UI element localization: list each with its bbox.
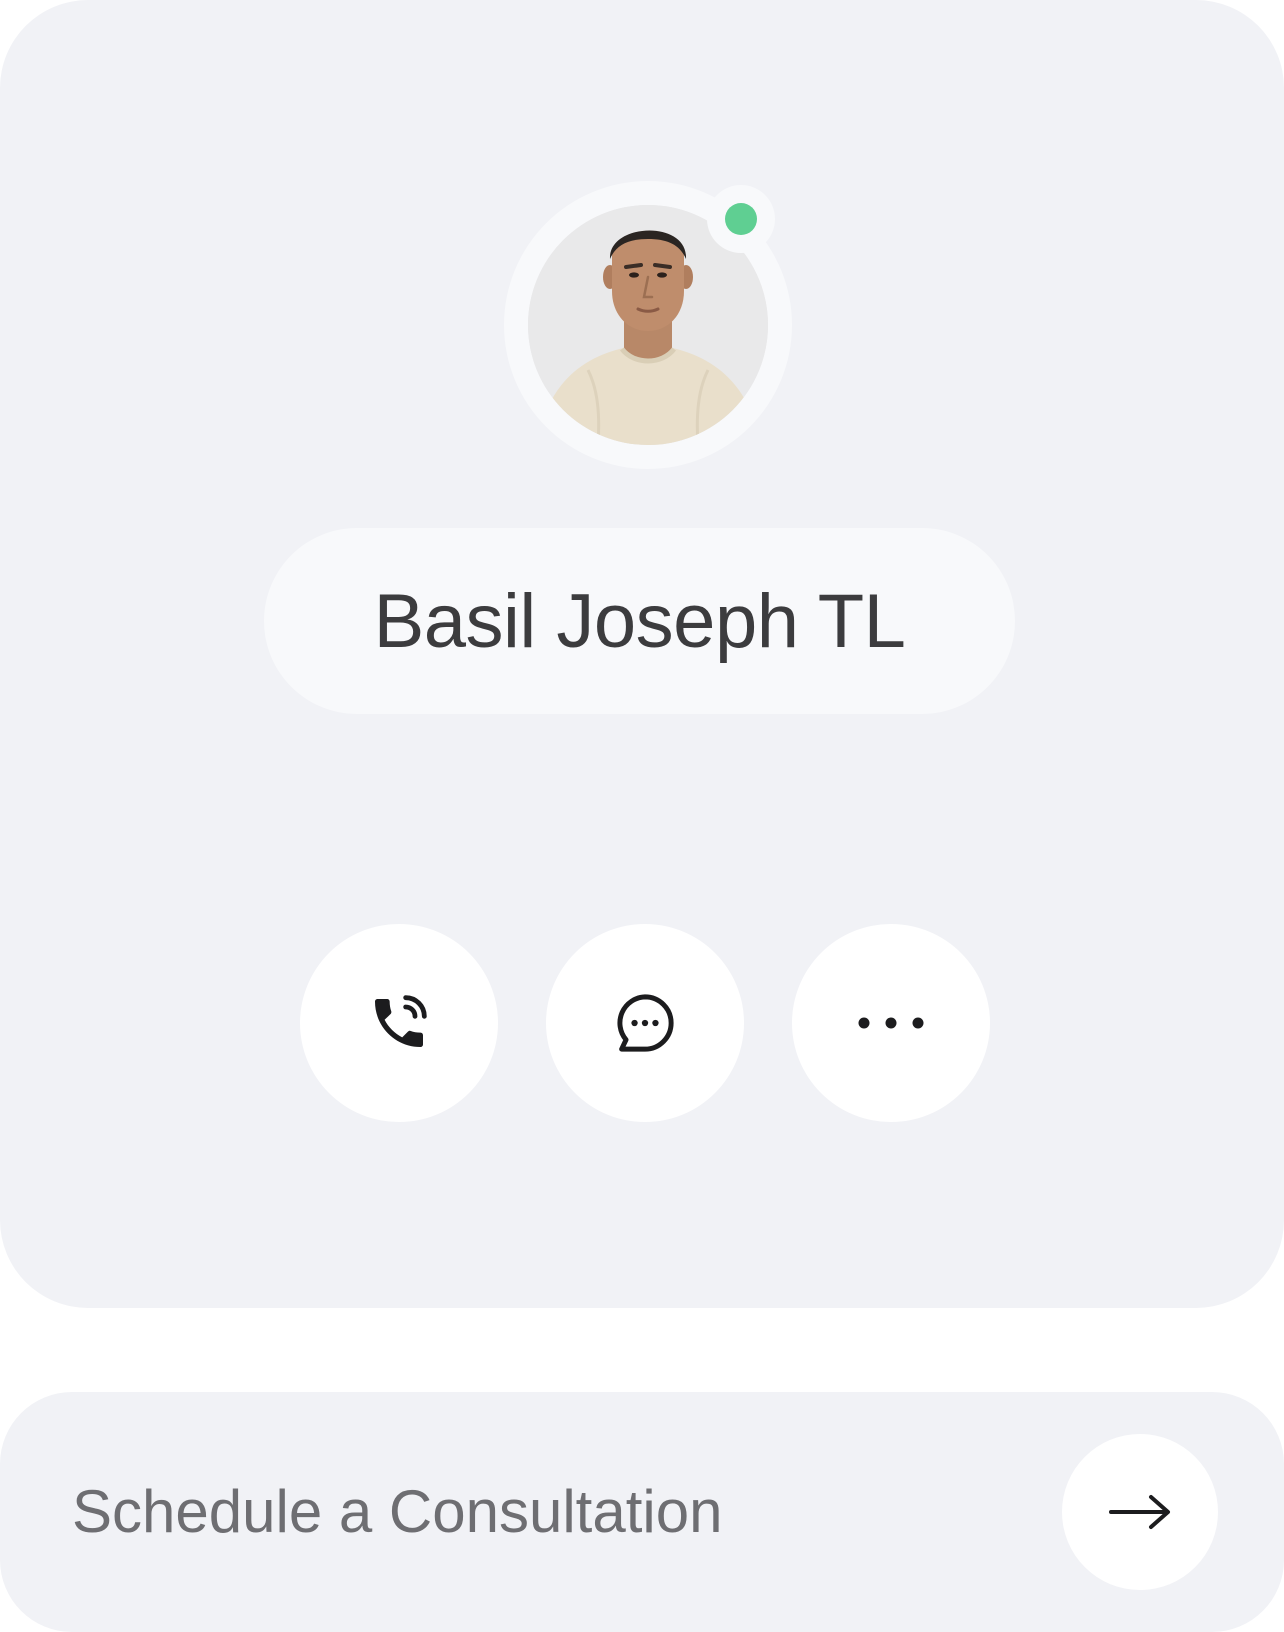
arrow-right-icon [1107,1492,1173,1532]
schedule-consultation-bar[interactable]: Schedule a Consultation [0,1392,1284,1632]
phone-ringing-icon [367,991,431,1055]
call-button[interactable] [300,924,498,1122]
more-horizontal-icon [856,1013,926,1033]
profile-name: Basil Joseph TL [373,578,906,664]
status-indicator [707,185,775,253]
more-options-button[interactable] [792,924,990,1122]
message-button[interactable] [546,924,744,1122]
name-pill: Basil Joseph TL [264,528,1015,714]
profile-card: Basil Joseph TL [0,0,1284,1308]
schedule-arrow-button[interactable] [1062,1434,1218,1590]
chat-bubble-icon [612,990,678,1056]
schedule-label: Schedule a Consultation [72,1478,723,1545]
online-status-icon [725,203,757,235]
